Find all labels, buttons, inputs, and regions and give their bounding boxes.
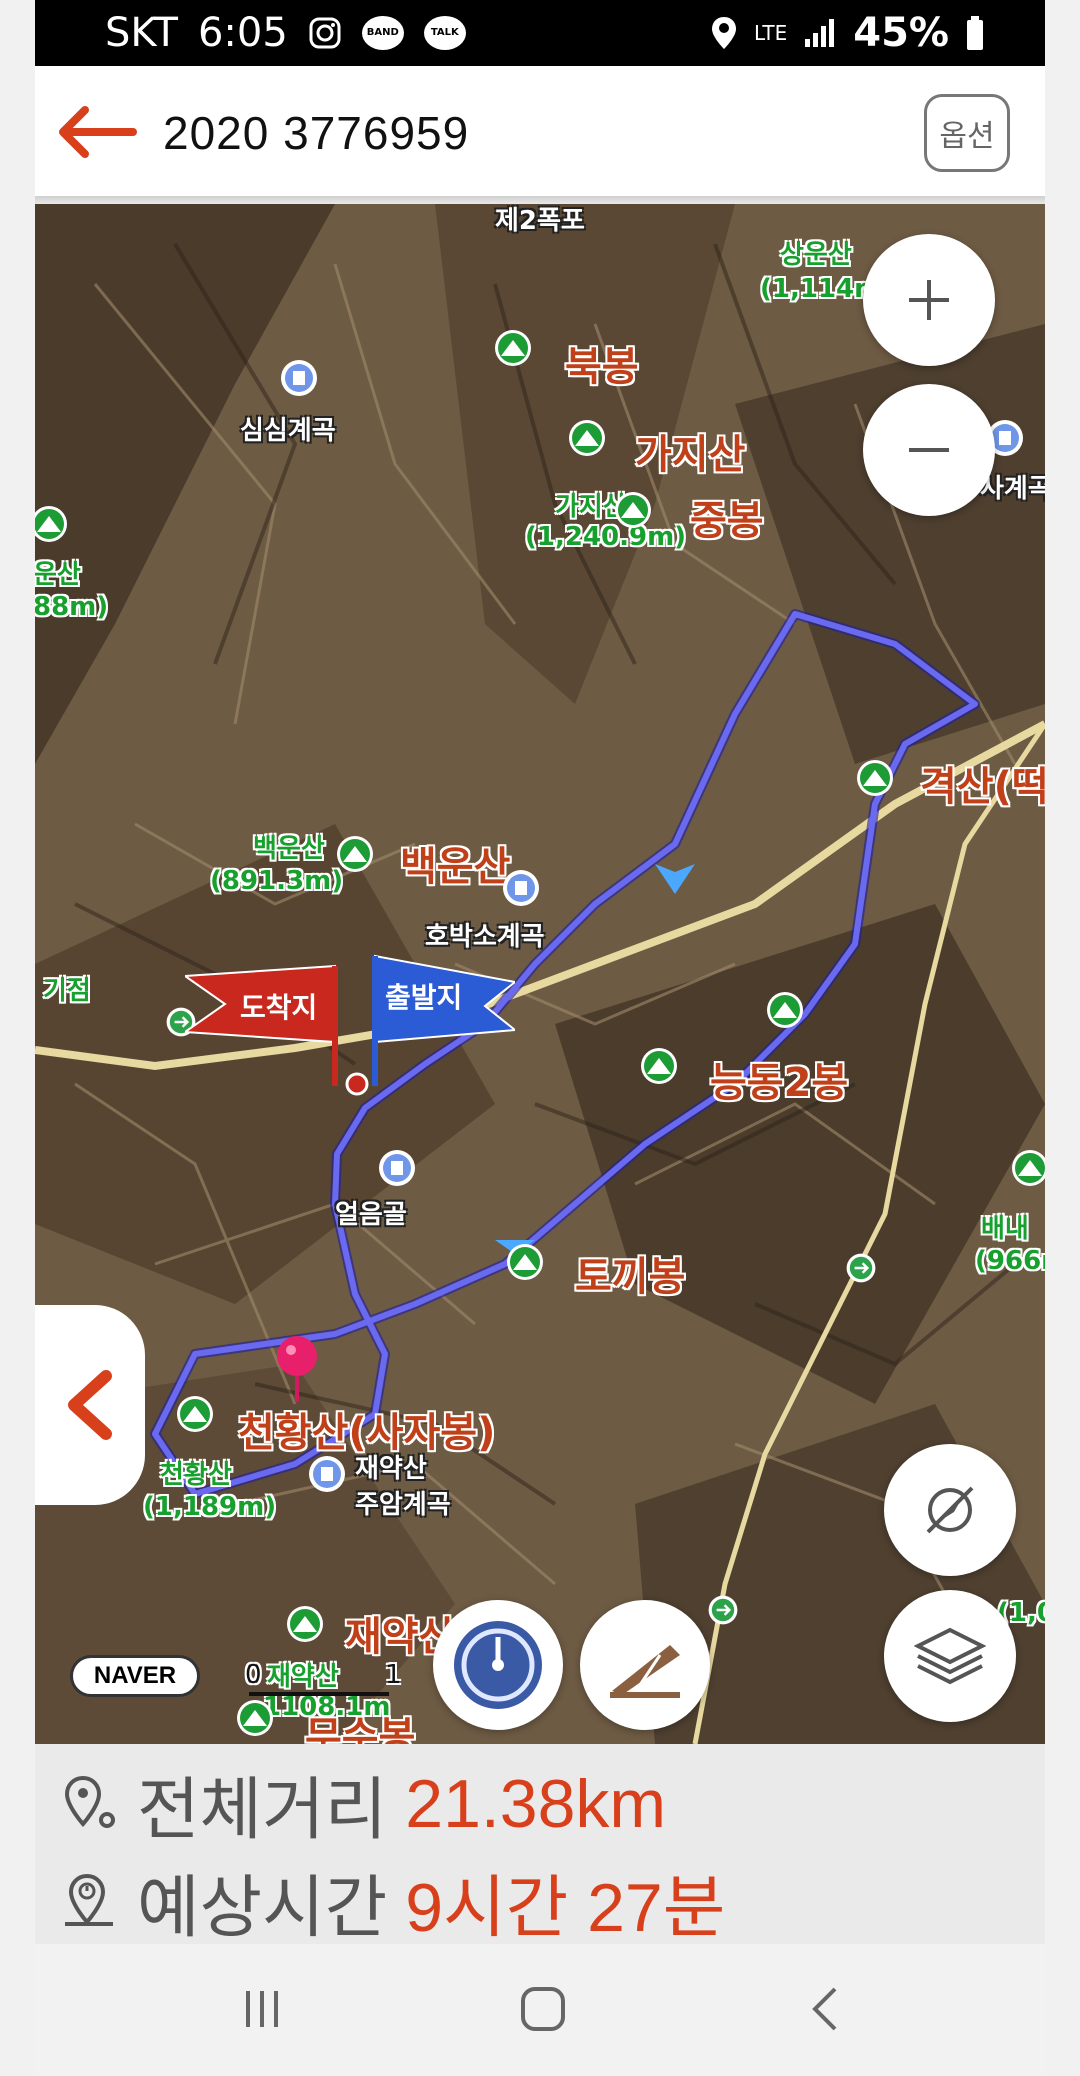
zoom-out-button[interactable] <box>863 384 995 516</box>
estimated-time-icon <box>65 1873 113 1926</box>
compass-toggle-button[interactable] <box>884 1444 1016 1576</box>
signal-icon <box>805 19 835 47</box>
plus-icon <box>909 280 949 320</box>
map-label-sangunsan: 상운산 <box>780 240 852 270</box>
side-panel-toggle[interactable] <box>35 1305 145 1505</box>
map-label-jaeyaksan-peak: 재약산 <box>267 1662 339 1692</box>
map-label-cheonhwangsan-height: (1,189m) <box>143 1492 277 1522</box>
mountain-marker-icon[interactable] <box>639 1046 679 1086</box>
minus-icon <box>909 448 949 452</box>
mountain-marker-icon[interactable] <box>493 328 533 368</box>
map-label-unsan: 운산 <box>35 560 81 590</box>
battery-percent: 45% <box>853 10 949 56</box>
page-title: 2020 3776959 <box>163 107 470 159</box>
battery-icon <box>967 16 983 50</box>
map-layers-button[interactable] <box>884 1590 1016 1722</box>
map-label-eoreumgol: 얼음골 <box>335 1200 407 1230</box>
map-label-jaeyaksan-height: 1108.1m <box>263 1692 391 1722</box>
arrival-flag-label: 도착지 <box>240 991 318 1024</box>
map-label-waterfall: 제2폭포 <box>495 206 585 236</box>
distance-value: 21.38km <box>405 1765 667 1842</box>
map-label-baenae: 배내 <box>981 1214 1029 1244</box>
map-label-tokkibong: 토끼봉 <box>575 1254 686 1300</box>
map-view[interactable]: 제2폭포 상운산 (1,114m 북봉 심심계곡 가지산 가지산 (1,240.… <box>35 204 1045 1744</box>
clock: 6:05 <box>197 10 288 56</box>
road-poi-icon[interactable] <box>845 1252 877 1284</box>
system-nav-bar <box>35 1944 1045 2076</box>
time-label: 예상시간 <box>137 1869 388 1944</box>
toolbar-divider <box>35 196 1045 204</box>
distance-label: 전체거리 <box>137 1771 388 1850</box>
mountain-marker-icon[interactable] <box>613 490 653 530</box>
map-label-cheonhwangsan: 천황산 <box>160 1460 232 1490</box>
route-flags <box>185 954 515 1096</box>
mountain-marker-icon[interactable] <box>35 504 69 544</box>
mountain-marker-icon[interactable] <box>335 834 375 874</box>
recent-apps-button[interactable] <box>232 1984 292 2034</box>
speedometer-button[interactable] <box>433 1600 563 1730</box>
departure-flag-label: 출발지 <box>385 981 463 1014</box>
map-label-juam-valley: 주암계곡 <box>355 1490 451 1520</box>
zoom-in-button[interactable] <box>863 234 995 366</box>
valley-poi-icon[interactable] <box>377 1148 417 1188</box>
recent-apps-icon <box>246 1991 278 2027</box>
home-button[interactable] <box>513 1984 573 2034</box>
elevation-profile-button[interactable] <box>580 1600 710 1730</box>
map-label-baegunsan-peak: 백운산 <box>253 834 325 864</box>
mountain-marker-icon[interactable] <box>855 758 895 798</box>
chevron-left-icon <box>68 1370 112 1440</box>
layers-icon <box>914 1627 986 1685</box>
map-label-gajisan-height: (1,240.9m) <box>525 522 687 552</box>
naver-logo: NAVER <box>70 1655 200 1697</box>
mountain-marker-icon[interactable] <box>567 418 607 458</box>
map-label-jaeyaksan: 재약산 <box>355 1454 427 1484</box>
time-row: 예상시간 9시간 27분 <box>63 1852 725 1944</box>
distance-row: 전체거리 21.38km <box>63 1754 666 1853</box>
compass-off-icon <box>926 1486 974 1534</box>
options-button[interactable]: 옵션 <box>924 94 1010 172</box>
route-summary-panel: 전체거리 21.38km 예상시간 9시간 27분 <box>35 1744 1045 1944</box>
elevation-icon <box>610 1645 680 1698</box>
instagram-icon <box>309 17 341 49</box>
network-label: LTE <box>754 21 788 45</box>
map-label-baegunsan: 백운산 <box>400 844 511 890</box>
valley-poi-icon[interactable] <box>307 1454 347 1494</box>
map-label-neungdong2bong: 능동2봉 <box>710 1060 849 1106</box>
valley-poi-icon[interactable] <box>501 868 541 908</box>
mountain-marker-icon[interactable] <box>1010 1148 1045 1188</box>
map-label-gyeoksan: 격산(떡 <box>920 764 1045 810</box>
band-icon: BAND <box>361 16 404 50</box>
mountain-marker-icon[interactable] <box>175 1394 215 1434</box>
time-value: 9시간 27분 <box>405 1870 726 1944</box>
valley-poi-icon[interactable] <box>279 358 319 398</box>
map-label-gajisan: 가지산 <box>635 432 746 478</box>
map-label-baegunsan-height: (891.3m) <box>210 866 344 896</box>
map-label-unsan-height: 88m) <box>35 592 109 622</box>
talk-icon: TALK <box>423 16 466 50</box>
mountain-marker-icon[interactable] <box>505 1242 545 1282</box>
map-label-simsim-valley: 심심계곡 <box>240 416 336 446</box>
carrier-label: SKT <box>105 10 178 56</box>
speedometer-icon <box>454 1621 542 1709</box>
top-toolbar: 2020 3776959 옵션 <box>35 66 1045 196</box>
mountain-marker-icon[interactable] <box>235 1698 275 1738</box>
route-distance-icon <box>64 1775 115 1828</box>
scale-bar <box>249 1692 389 1696</box>
map-label-jungbong: 중봉 <box>690 498 764 544</box>
map-label-start-point: 기점 <box>43 976 91 1006</box>
location-pin-icon[interactable] <box>275 1334 319 1404</box>
back-button[interactable] <box>795 1984 855 2034</box>
road-poi-icon[interactable] <box>707 1594 739 1626</box>
home-icon <box>521 1987 565 2031</box>
status-bar: SKT 6:05 BAND TALK LTE 45% <box>35 0 1045 66</box>
map-label-baenae-height: (966m <box>975 1246 1045 1276</box>
back-arrow-icon[interactable] <box>57 106 137 158</box>
location-icon <box>712 17 736 49</box>
scale-zero: 0 <box>245 1660 262 1690</box>
scale-one: 1 <box>385 1660 402 1690</box>
mountain-marker-icon[interactable] <box>285 1604 325 1644</box>
map-label-bukbong: 북봉 <box>565 344 639 390</box>
back-chevron-icon <box>812 1987 837 2031</box>
mountain-marker-icon[interactable] <box>765 990 805 1030</box>
